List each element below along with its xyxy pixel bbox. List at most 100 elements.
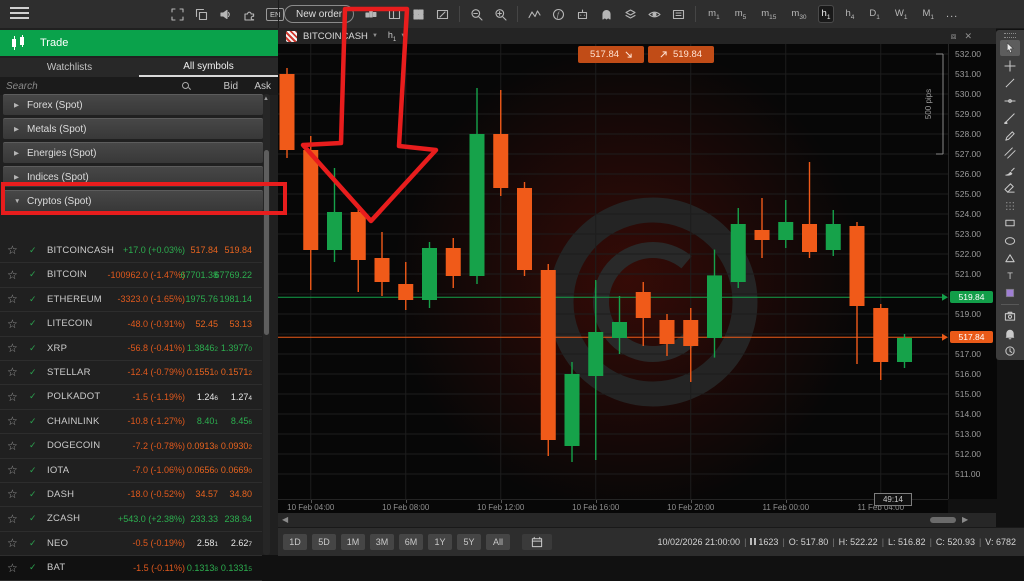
- panel-grip[interactable]: [1004, 33, 1016, 38]
- layers-button[interactable]: [623, 7, 638, 22]
- period-1y[interactable]: 1Y: [428, 534, 452, 550]
- symbol-row-bat[interactable]: ☆ ✓ BAT -1.5 (-0.11%) 0.13138 0.13315: [0, 556, 262, 581]
- timeframe-M1[interactable]: M1: [919, 6, 937, 23]
- timeframe-h4[interactable]: h4: [842, 6, 857, 23]
- tool-camera[interactable]: [1000, 308, 1020, 324]
- timeframe-h1[interactable]: h1: [819, 6, 834, 23]
- chart-timeframe-label[interactable]: h1: [388, 30, 396, 43]
- favorite-star-icon[interactable]: ☆: [7, 390, 23, 404]
- tool-triangle[interactable]: [1000, 250, 1020, 266]
- indicators-button[interactable]: [527, 7, 542, 22]
- favorite-star-icon[interactable]: ☆: [7, 414, 23, 428]
- category-energies[interactable]: ▶ Energies (Spot): [3, 142, 263, 163]
- tool-color-swatch[interactable]: [1000, 285, 1020, 301]
- period-all[interactable]: All: [486, 534, 510, 550]
- favorite-star-icon[interactable]: ☆: [7, 463, 23, 477]
- popout-icon[interactable]: ⧈: [951, 31, 957, 42]
- timeframe-m1[interactable]: m1: [705, 6, 723, 23]
- tab-all-symbols[interactable]: All symbols: [139, 58, 278, 77]
- tool-grid-dots[interactable]: [1000, 198, 1020, 214]
- favorite-star-icon[interactable]: ☆: [7, 317, 23, 331]
- favorite-star-icon[interactable]: ☆: [7, 439, 23, 453]
- tool-brush[interactable]: [1000, 163, 1020, 179]
- grid-button[interactable]: [411, 7, 426, 22]
- symbol-row-dash[interactable]: ☆ ✓ DASH -18.0 (-0.52%) 34.57 34.80: [0, 482, 262, 507]
- category-metals[interactable]: ▶ Metals (Spot): [3, 118, 263, 139]
- chart-settings-button[interactable]: [435, 7, 450, 22]
- sidebar-scrollbar-thumb[interactable]: [264, 150, 269, 335]
- windows-button[interactable]: [194, 7, 209, 22]
- favorite-star-icon[interactable]: ☆: [7, 512, 23, 526]
- chart-symbol-label[interactable]: BITCOINCASH: [303, 31, 368, 42]
- favorite-star-icon[interactable]: ☆: [7, 536, 23, 550]
- period-1m[interactable]: 1M: [341, 534, 365, 550]
- candlestick-plot[interactable]: 500 pips: [278, 44, 948, 499]
- symbol-row-chainlink[interactable]: ☆ ✓ CHAINLINK -10.8 (-1.27%) 8.401 8.456: [0, 409, 262, 434]
- tool-rectangle[interactable]: [1000, 215, 1020, 231]
- period-5d[interactable]: 5D: [312, 534, 336, 550]
- symbol-row-neo[interactable]: ☆ ✓ NEO -0.5 (-0.19%) 2.581 2.627: [0, 531, 262, 556]
- favorite-star-icon[interactable]: ☆: [7, 365, 23, 379]
- symbol-row-ethereum[interactable]: ☆ ✓ ETHEREUM -3323.0 (-1.65%) 1975.76 19…: [0, 287, 262, 312]
- calendar-button[interactable]: [522, 534, 552, 550]
- scroll-up-icon[interactable]: ▲: [263, 96, 269, 102]
- search-input[interactable]: Search: [6, 81, 156, 92]
- favorite-star-icon[interactable]: ☆: [7, 561, 23, 575]
- tool-pencil[interactable]: [1000, 128, 1020, 144]
- chart-type-button[interactable]: [363, 7, 378, 22]
- tool-ellipse[interactable]: [1000, 233, 1020, 249]
- symbol-row-stellar[interactable]: ☆ ✓ STELLAR -12.4 (-0.79%) 0.15510 0.157…: [0, 360, 262, 385]
- tool-horizontal-line[interactable]: [1000, 93, 1020, 109]
- category-indices[interactable]: ▶ Indices (Spot): [3, 166, 263, 187]
- more-button[interactable]: ...: [946, 8, 958, 20]
- symbol-row-polkadot[interactable]: ☆ ✓ POLKADOT -1.5 (-1.19%) 1.246 1.274: [0, 385, 262, 410]
- category-cryptos[interactable]: ▼ Cryptos (Spot): [3, 190, 263, 211]
- layout-button[interactable]: [387, 7, 402, 22]
- tool-history[interactable]: [1000, 343, 1020, 359]
- symbol-row-bitcoin[interactable]: ☆ ✓ BITCOIN -100962.0 (-1.47%) 67701.38 …: [0, 263, 262, 288]
- timeframe-W1[interactable]: W1: [892, 6, 911, 23]
- scroll-right-icon[interactable]: ▶: [962, 515, 968, 524]
- timeframe-m5[interactable]: m5: [732, 6, 750, 23]
- price-axis[interactable]: 511.00512.00513.00514.00515.00516.00517.…: [948, 44, 997, 499]
- close-icon[interactable]: ✕: [964, 31, 972, 42]
- timeframe-m15[interactable]: m15: [758, 6, 779, 23]
- visibility-button[interactable]: [647, 7, 662, 22]
- time-axis[interactable]: 10 Feb 04:0010 Feb 08:0010 Feb 12:0010 F…: [278, 499, 948, 514]
- trade-panel-header[interactable]: Trade: [0, 30, 278, 56]
- speaker-button[interactable]: [218, 7, 233, 22]
- search-icon[interactable]: [182, 82, 190, 90]
- scroll-left-icon[interactable]: ◀: [282, 515, 288, 524]
- period-5y[interactable]: 5Y: [457, 534, 481, 550]
- period-6m[interactable]: 6M: [399, 534, 423, 550]
- zoom-in-button[interactable]: [493, 7, 508, 22]
- tool-ray[interactable]: [1000, 110, 1020, 126]
- chevron-down-icon[interactable]: ▼: [400, 33, 406, 39]
- period-1d[interactable]: 1D: [283, 534, 307, 550]
- tool-eraser[interactable]: [1000, 180, 1020, 196]
- community-button[interactable]: [599, 7, 614, 22]
- puzzle-button[interactable]: [242, 7, 257, 22]
- quick-sell-button[interactable]: 517.84: [578, 46, 644, 63]
- period-3m[interactable]: 3M: [370, 534, 394, 550]
- tool-alerts[interactable]: [1000, 326, 1020, 342]
- quick-buy-button[interactable]: 519.84: [648, 46, 714, 63]
- language-button[interactable]: EN: [266, 8, 284, 21]
- category-forex[interactable]: ▶ Forex (Spot): [3, 94, 263, 115]
- zoom-out-button[interactable]: [469, 7, 484, 22]
- favorite-star-icon[interactable]: ☆: [7, 292, 23, 306]
- tool-crosshair[interactable]: [1000, 58, 1020, 74]
- tool-text[interactable]: T: [1000, 268, 1020, 284]
- new-order-button[interactable]: New order: [284, 5, 354, 23]
- favorite-star-icon[interactable]: ☆: [7, 487, 23, 501]
- chevron-down-icon[interactable]: ▼: [372, 33, 378, 39]
- symbol-row-iota[interactable]: ☆ ✓ IOTA -7.0 (-1.06%) 0.06560 0.06690: [0, 458, 262, 483]
- favorite-star-icon[interactable]: ☆: [7, 243, 23, 257]
- tab-watchlists[interactable]: Watchlists: [0, 58, 139, 77]
- fullscreen-button[interactable]: [170, 7, 185, 22]
- tool-trend-line[interactable]: [1000, 75, 1020, 91]
- symbol-row-litecoin[interactable]: ☆ ✓ LITECOIN -48.0 (-0.91%) 52.45 53.13: [0, 312, 262, 337]
- chart-horizontal-scrollbar[interactable]: [278, 513, 996, 527]
- timeframe-D1[interactable]: D1: [866, 6, 883, 23]
- tool-cursor[interactable]: [1000, 40, 1020, 56]
